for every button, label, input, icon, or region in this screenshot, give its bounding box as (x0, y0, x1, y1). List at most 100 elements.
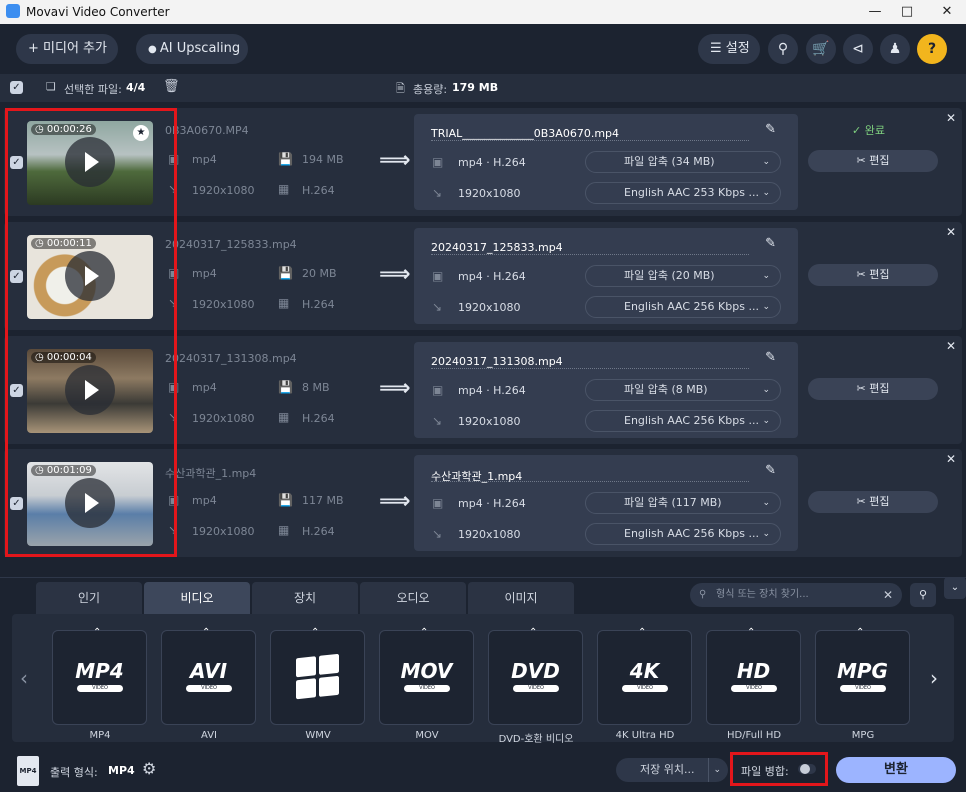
play-icon[interactable] (65, 137, 115, 187)
output-format-icon: MP4 (17, 756, 39, 786)
audio-dropdown[interactable]: English AAC 256 Kbps ... ⌄ (585, 523, 781, 545)
help-icon[interactable]: ? (917, 34, 947, 64)
output-filename[interactable]: 20240317_125833.mp4 (431, 241, 563, 254)
clear-icon[interactable]: ✕ (883, 583, 893, 607)
compress-dropdown[interactable]: 파일 압축 (8 MB) ⌄ (585, 379, 781, 401)
search-icon[interactable]: ⚲ (768, 34, 798, 64)
maximize-icon[interactable]: □ (892, 2, 922, 22)
edit-button[interactable]: ✂ 편집 (808, 378, 938, 400)
remove-icon[interactable]: ✕ (946, 111, 956, 125)
video-thumbnail[interactable]: ◷ 00:00:26 ★ (27, 121, 153, 205)
audio-dropdown[interactable]: English AAC 256 Kbps ... ⌄ (585, 296, 781, 318)
file-checkbox[interactable]: ✓ (10, 384, 23, 397)
format-search-input[interactable]: ⚲ 형식 또는 장치 찾기... ✕ (690, 583, 902, 607)
video-format-icon: ▣ (432, 155, 444, 169)
pencil-icon[interactable]: ✎ (765, 350, 776, 365)
output-format-label: 출력 형식: (50, 766, 98, 779)
format-card-4k[interactable]: ⌃ 4K VIDEO (597, 627, 692, 725)
save-location-button[interactable]: 저장 위치... ⌄ (616, 758, 728, 782)
close-icon[interactable]: ✕ (932, 2, 962, 22)
compress-dropdown[interactable]: 파일 압축 (117 MB) ⌄ (585, 492, 781, 514)
source-resolution: 1920x1080 (192, 298, 255, 311)
user-icon[interactable]: ♟ (880, 34, 910, 64)
file-icon: 🗎 (396, 82, 405, 95)
file-checkbox[interactable]: ✓ (10, 497, 23, 510)
tab-popular[interactable]: 인기 (36, 582, 142, 614)
resolution-icon: ↘ (168, 182, 179, 196)
file-checkbox[interactable]: ✓ (10, 270, 23, 283)
collapse-panel-icon[interactable]: ⌄ (944, 577, 966, 599)
star-icon[interactable]: ★ (133, 125, 149, 141)
source-codec: H.264 (302, 412, 335, 425)
format-label: MPG (851, 730, 875, 741)
tab-audio[interactable]: 오디오 (360, 582, 466, 614)
audio-dropdown[interactable]: English AAC 253 Kbps ... ⌄ (585, 182, 781, 204)
play-icon[interactable] (65, 251, 115, 301)
pencil-icon[interactable]: ✎ (765, 122, 776, 137)
duration-badge: ◷ 00:00:11 (31, 238, 96, 249)
share-icon[interactable]: ⊲ (843, 34, 873, 64)
ai-upscaling-button[interactable]: ● AI Upscaling (136, 34, 248, 64)
trash-icon[interactable]: 🗑 (163, 79, 180, 94)
format-label: HD/Full HD (726, 730, 782, 741)
chevron-up-icon: ⌃ (93, 627, 102, 638)
source-resolution: 1920x1080 (192, 525, 255, 538)
video-thumbnail[interactable]: ◷ 00:01:09 (27, 462, 153, 546)
tab-image[interactable]: 이미지 (468, 582, 574, 614)
output-resolution: 1920x1080 (458, 415, 521, 428)
add-media-button[interactable]: + 미디어 추가 (16, 34, 118, 64)
cart-icon[interactable]: 🛒 (806, 34, 836, 64)
edit-button[interactable]: ✂ 편집 (808, 150, 938, 172)
settings-button[interactable]: ☰ 설정 (698, 34, 760, 64)
video-thumbnail[interactable]: ◷ 00:00:11 (27, 235, 153, 319)
play-icon[interactable] (65, 365, 115, 415)
remove-icon[interactable]: ✕ (946, 452, 956, 466)
compress-dropdown[interactable]: 파일 압축 (34 MB) ⌄ (585, 151, 781, 173)
pencil-icon[interactable]: ✎ (765, 236, 776, 251)
format-card-mp4[interactable]: ⌃ MP4 VIDEO (52, 627, 147, 725)
convert-arrow-icon: ⟹ (379, 376, 411, 401)
format-card-hd[interactable]: ⌃ HD VIDEO (706, 627, 801, 725)
remove-icon[interactable]: ✕ (946, 339, 956, 353)
format-card-wmv[interactable]: ⌃ (270, 627, 365, 725)
compress-dropdown[interactable]: 파일 압축 (20 MB) ⌄ (585, 265, 781, 287)
source-resolution: 1920x1080 (192, 412, 255, 425)
chevron-down-icon[interactable]: ⌄ (708, 758, 721, 782)
play-icon[interactable] (65, 478, 115, 528)
tab-video[interactable]: 비디오 (144, 582, 250, 614)
edit-button[interactable]: ✂ 편집 (808, 264, 938, 286)
chevron-down-icon: ⌄ (762, 302, 770, 312)
source-filename: 20240317_131308.mp4 (165, 352, 297, 365)
scissors-icon: ✂ (856, 495, 866, 508)
minimize-icon[interactable]: — (860, 2, 890, 22)
windows-logo-icon (296, 653, 340, 701)
convert-button[interactable]: 변환 (836, 757, 956, 783)
source-size: 117 MB (302, 494, 344, 507)
merge-toggle[interactable] (798, 764, 816, 774)
remove-icon[interactable]: ✕ (946, 225, 956, 239)
plus-icon: + (28, 41, 44, 56)
format-card-mov[interactable]: ⌃ MOV VIDEO (379, 627, 474, 725)
chevron-up-icon: ⌃ (420, 627, 429, 638)
audio-dropdown[interactable]: English AAC 256 Kbps ... ⌄ (585, 410, 781, 432)
pencil-icon[interactable]: ✎ (765, 463, 776, 478)
select-all-checkbox[interactable]: ✓ (10, 81, 23, 94)
edit-button[interactable]: ✂ 편집 (808, 491, 938, 513)
tab-device[interactable]: 장치 (252, 582, 358, 614)
format-card-dvd[interactable]: ⌃ DVD VIDEO (488, 627, 583, 725)
video-thumbnail[interactable]: ◷ 00:00:04 (27, 349, 153, 433)
source-format: mp4 (192, 267, 217, 280)
output-filename[interactable]: 20240317_131308.mp4 (431, 355, 563, 368)
file-checkbox[interactable]: ✓ (10, 156, 23, 169)
duration-badge: ◷ 00:00:26 (31, 124, 96, 135)
format-card-mpg[interactable]: ⌃ MPG VIDEO (815, 627, 910, 725)
format-card-avi[interactable]: ⌃ AVI VIDEO (161, 627, 256, 725)
gear-icon[interactable]: ⚙ (142, 759, 156, 778)
scroll-right-icon[interactable]: › (930, 666, 938, 690)
output-filename[interactable]: TRIAL_____________0B3A0670.mp4 (431, 127, 619, 140)
output-panel: TRIAL_____________0B3A0670.mp4 ✎ ▣ mp4 ·… (414, 114, 798, 210)
scroll-left-icon[interactable]: ‹ (20, 666, 28, 690)
format-search-icon[interactable]: ⚲ (910, 583, 936, 607)
files-icon: ❏ (46, 80, 56, 93)
search-icon: ⚲ (699, 589, 707, 600)
